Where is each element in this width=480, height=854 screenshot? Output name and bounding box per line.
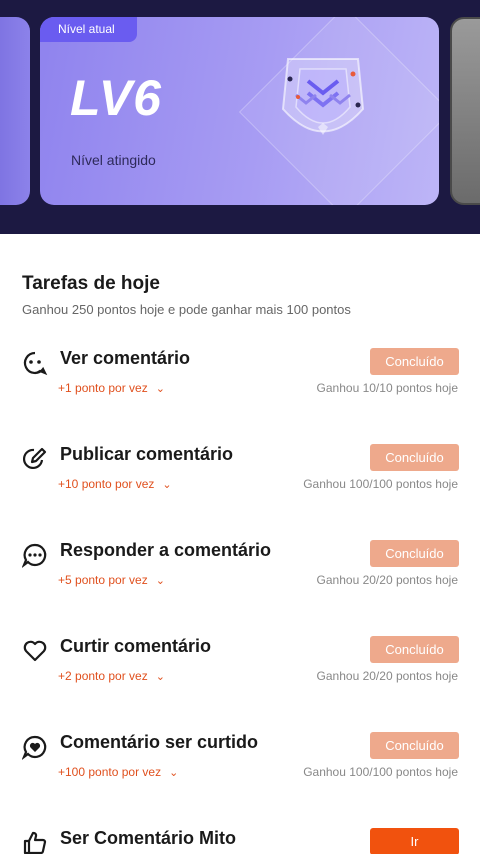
next-level-card[interactable] [450, 17, 480, 205]
edit-circle-icon [22, 447, 47, 470]
previous-level-card[interactable] [0, 17, 30, 205]
task-name: Comentário ser curtido [60, 732, 259, 752]
chevron-down-icon: ⌄ [162, 479, 172, 491]
task-points[interactable]: +100 ponto por vez ⌄ [58, 765, 178, 779]
task-done-button[interactable]: Concluído [370, 636, 459, 663]
task-name: Responder a comentário [60, 540, 272, 560]
tasks-subtitle: Ganhou 250 pontos hoje e pode ganhar mai… [22, 302, 351, 317]
level-banner: Nível atual LV6 Nível atingido [0, 0, 480, 234]
current-level-card: Nível atual LV6 Nível atingido [40, 17, 439, 205]
task-progress: Ganhou 20/20 pontos hoje [316, 573, 458, 587]
task-go-button[interactable]: Ir [370, 828, 459, 854]
thumbs-up-icon [23, 831, 47, 854]
task-points[interactable]: +5 ponto por vez ⌄ [58, 573, 165, 587]
task-done-button[interactable]: Concluído [370, 540, 459, 567]
task-progress: Ganhou 100/100 pontos hoje [303, 477, 458, 491]
level-emblem-icon [281, 58, 365, 135]
chevron-down-icon: ⌄ [155, 575, 165, 587]
chevron-down-icon: ⌄ [155, 671, 165, 683]
task-name: Ser Comentário Mito [60, 828, 237, 848]
task-item: Responder a comentário +5 ponto por vez ⌄… [0, 540, 480, 600]
task-points[interactable]: +1 ponto por vez ⌄ [58, 381, 165, 395]
tasks-panel: Tarefas de hoje Ganhou 250 pontos hoje e… [0, 234, 480, 854]
task-points[interactable]: +10 ponto por vez ⌄ [58, 477, 172, 491]
task-item: Curtir comentário +2 ponto por vez ⌄ Ganh… [0, 636, 480, 696]
task-points[interactable]: +2 ponto por vez ⌄ [58, 669, 165, 683]
task-name: Ver comentário [60, 348, 191, 368]
task-item: Ser Comentário Mito Ir [0, 828, 480, 854]
chevron-down-icon: ⌄ [169, 767, 179, 779]
task-item: Comentário ser curtido +100 ponto por ve… [0, 732, 480, 792]
task-name: Curtir comentário [60, 636, 212, 656]
task-done-button[interactable]: Concluído [370, 348, 459, 375]
task-progress: Ganhou 20/20 pontos hoje [316, 669, 458, 683]
task-done-button[interactable]: Concluído [370, 444, 459, 471]
task-item: Publicar comentário +10 ponto por vez ⌄ G… [0, 444, 480, 504]
task-progress: Ganhou 10/10 pontos hoje [316, 381, 458, 395]
heart-outline-icon [23, 640, 47, 662]
current-level-badge: Nível atual [40, 17, 137, 42]
task-name: Publicar comentário [60, 444, 234, 464]
chat-dots-icon [22, 543, 47, 568]
level-label: LV6 [70, 70, 162, 126]
tasks-title: Tarefas de hoje [22, 273, 160, 294]
chat-eye-icon [23, 351, 48, 376]
heart-chat-icon [22, 735, 47, 760]
chevron-down-icon: ⌄ [155, 383, 165, 395]
task-item: Ver comentário +1 ponto por vez ⌄ Ganhou … [0, 348, 480, 408]
task-progress: Ganhou 100/100 pontos hoje [303, 765, 458, 779]
level-status: Nível atingido [71, 152, 156, 168]
task-done-button[interactable]: Concluído [370, 732, 459, 759]
